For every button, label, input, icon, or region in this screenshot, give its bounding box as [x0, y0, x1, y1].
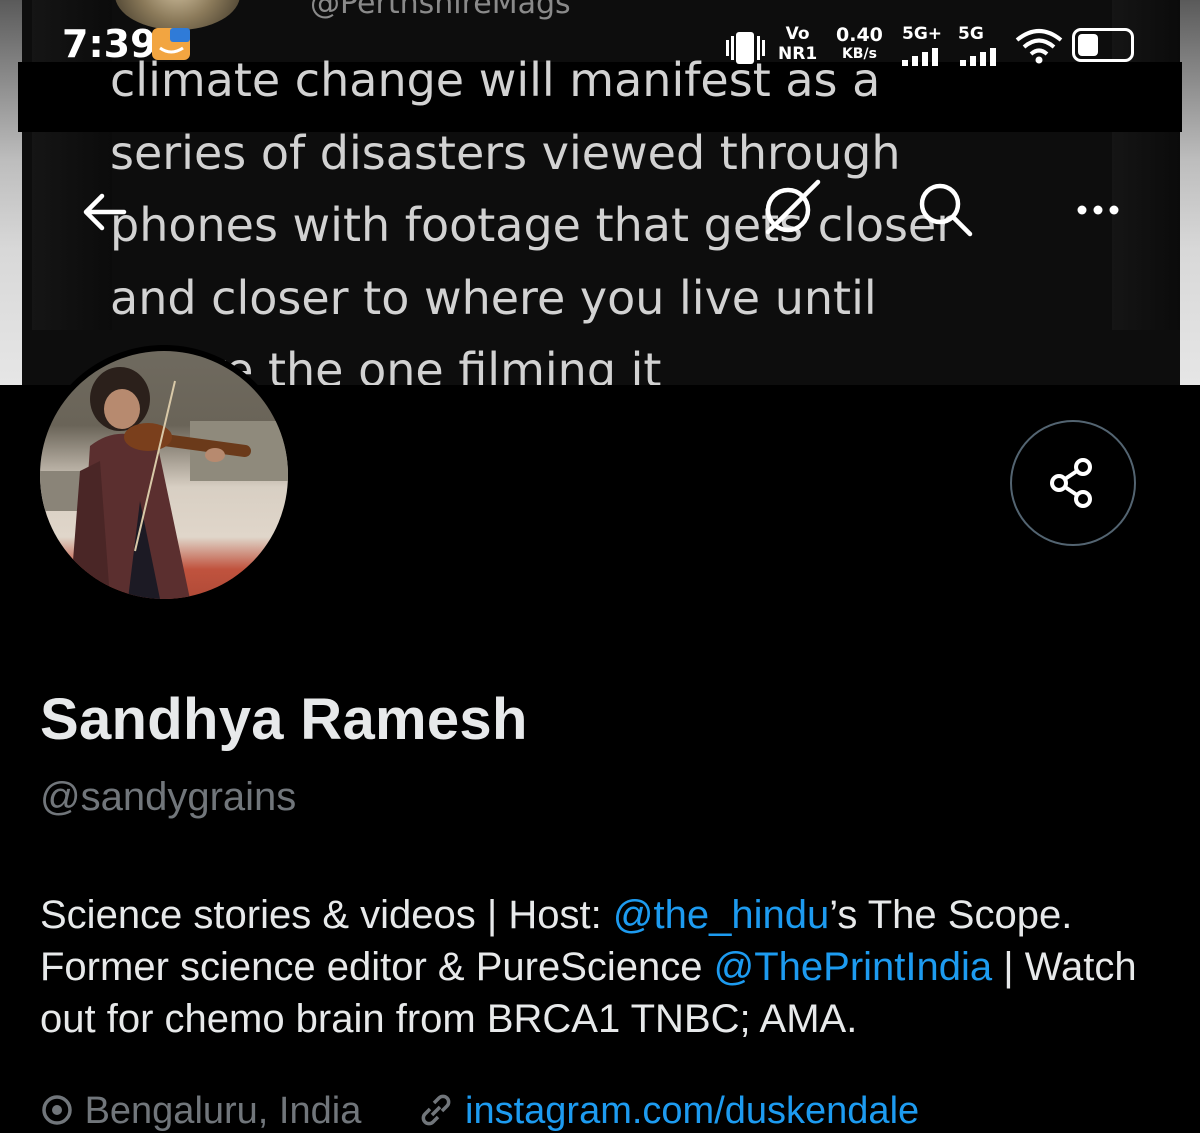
location-icon: [42, 1095, 72, 1125]
banner-quote-text: climate change will manifest as a series…: [110, 53, 956, 385]
status-time: 7:39: [62, 22, 157, 66]
share-icon: [1050, 458, 1092, 508]
more-options-button[interactable]: [1066, 176, 1130, 240]
amazon-notification-icon: [152, 28, 190, 60]
share-profile-button[interactable]: [1010, 420, 1136, 546]
network-speed-unit: KB/s: [841, 46, 877, 62]
bio-text: Science stories & videos | Host:: [40, 893, 613, 937]
back-button[interactable]: [72, 180, 136, 244]
battery-level: [1078, 34, 1098, 56]
profile-meta: Bengaluru, India instagram.com/duskendal…: [40, 1090, 1180, 1133]
more-icon: [1077, 205, 1119, 215]
profile-avatar[interactable]: [34, 345, 294, 605]
network-speed-value: 0.40: [836, 24, 883, 46]
grok-button[interactable]: [758, 176, 822, 240]
sim1-signal-icon: [902, 48, 938, 66]
volte-bottom-label: NR1: [778, 44, 818, 64]
profile-website-link[interactable]: instagram.com/duskendale: [465, 1090, 919, 1132]
sim1-network-label: 5G+: [902, 24, 943, 44]
battery-icon: [1072, 28, 1134, 62]
sim2-network-label: 5G: [958, 24, 984, 44]
grok-icon: [765, 179, 821, 235]
profile-display-name: Sandhya Ramesh: [40, 687, 528, 752]
wifi-icon: [1015, 29, 1063, 64]
back-arrow-icon: [83, 193, 127, 231]
avatar-photo: [40, 351, 288, 599]
profile-bio: Science stories & videos | Host: @the_hi…: [40, 889, 1180, 1045]
link-icon: [422, 1094, 451, 1126]
mention-link-the-hindu[interactable]: @the_hindu: [613, 893, 829, 937]
profile-username: @sandygrains: [40, 775, 297, 819]
volte-indicator: Vo NR1: [778, 24, 817, 64]
sim2-signal-icon: [960, 48, 996, 66]
network-speed: 0.40 KB/s: [836, 24, 883, 62]
search-icon: [919, 183, 973, 237]
profile-location: Bengaluru, India: [84, 1090, 362, 1132]
status-bar: 7:39 Vo NR1 0.40 KB/s 5G+ 5G: [0, 0, 1200, 80]
volte-top-label: Vo: [785, 24, 810, 44]
search-button[interactable]: [912, 176, 976, 240]
vibrate-icon: [726, 32, 765, 64]
mention-link-theprintindia[interactable]: @ThePrintIndia: [714, 945, 993, 989]
